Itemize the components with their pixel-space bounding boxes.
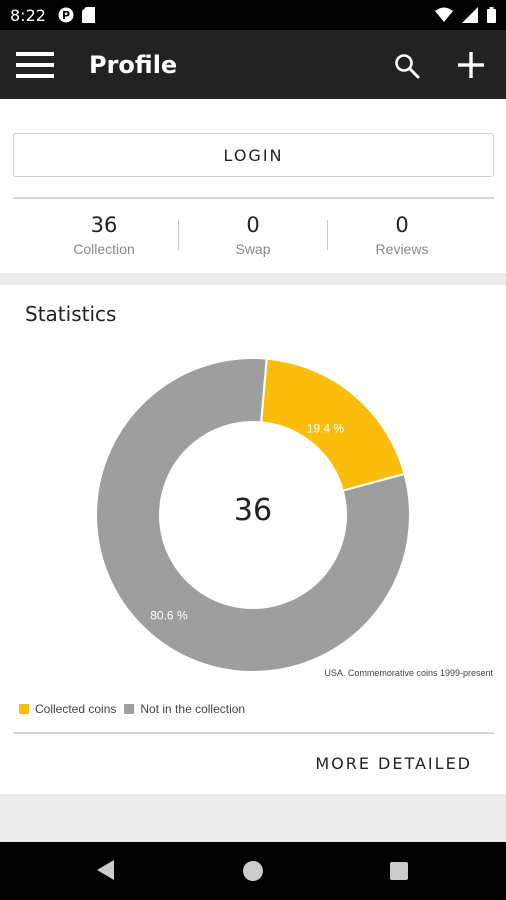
login-button[interactable]: LOGIN <box>13 133 494 177</box>
status-bar: 8:22 P <box>0 0 506 30</box>
back-icon[interactable] <box>97 860 115 880</box>
wifi-icon <box>435 7 453 22</box>
status-time: 8:22 <box>10 5 46 25</box>
collection-label: Collection <box>73 241 135 257</box>
chart-caption: USA. Commemorative coins 1999-present <box>324 668 493 678</box>
divider <box>13 197 494 199</box>
signal-icon <box>462 7 478 23</box>
swap-count: 0 <box>246 213 260 237</box>
collection-stat[interactable]: 36 Collection <box>24 213 184 257</box>
home-icon[interactable] <box>243 861 263 881</box>
reviews-stat[interactable]: 0 Reviews <box>322 213 482 257</box>
reviews-count: 0 <box>395 213 409 237</box>
chart-legend: Collected coins Not in the collection <box>19 702 253 716</box>
navigation-bar <box>0 842 506 900</box>
search-icon[interactable] <box>393 52 421 80</box>
battery-icon <box>487 7 496 23</box>
reviews-label: Reviews <box>375 241 429 257</box>
legend-item-collected: Collected coins <box>19 702 116 716</box>
statistics-card: Statistics 19.4 % 80.6 % 36 USA. Commemor… <box>0 285 506 794</box>
app-bar: Profile <box>0 30 506 99</box>
legend-swatch-not-collected <box>124 704 135 714</box>
swap-label: Swap <box>235 241 271 257</box>
profile-card: LOGIN 36 Collection 0 Swap 0 Reviews <box>0 99 506 273</box>
divider <box>13 732 494 734</box>
swap-stat[interactable]: 0 Swap <box>173 213 333 257</box>
legend-label-not-collected: Not in the collection <box>140 702 246 716</box>
donut-slice-label-0: 19.4 % <box>307 421 345 435</box>
collection-count: 36 <box>90 213 118 237</box>
notification-p-icon: P <box>58 7 74 23</box>
hamburger-menu-icon[interactable] <box>16 51 54 79</box>
add-icon[interactable] <box>456 50 486 80</box>
recents-icon[interactable] <box>390 862 408 880</box>
legend-item-not-collected: Not in the collection <box>124 702 245 716</box>
donut-chart[interactable]: 19.4 % 80.6 % <box>0 285 506 685</box>
donut-slice-label-1: 80.6 % <box>150 608 188 622</box>
page-title: Profile <box>89 51 178 79</box>
more-detailed-button[interactable]: MORE DETAILED <box>315 754 472 773</box>
sd-card-icon <box>81 7 95 23</box>
svg-text:P: P <box>62 9 70 22</box>
chart-center-value: 36 <box>233 493 273 528</box>
legend-label-collected: Collected coins <box>35 702 117 716</box>
legend-swatch-collected <box>19 704 29 714</box>
